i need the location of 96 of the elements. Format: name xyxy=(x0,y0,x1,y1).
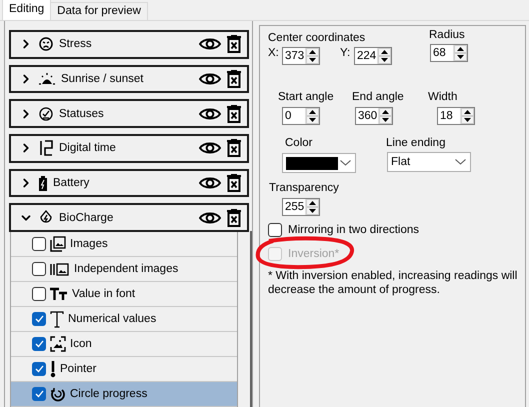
width-spinner[interactable]: 18 xyxy=(437,107,475,125)
trash-icon[interactable] xyxy=(227,208,241,227)
checkbox[interactable] xyxy=(32,387,46,402)
line-ending-dropdown[interactable]: Flat xyxy=(387,152,471,172)
checkbox-label: Mirroring in two directions xyxy=(288,224,420,236)
pointer-icon xyxy=(50,360,56,378)
group-label: Stress xyxy=(59,38,93,50)
list-item[interactable]: Circle progress xyxy=(11,382,237,407)
font-size-icon xyxy=(50,287,68,302)
spin-down-icon[interactable] xyxy=(379,116,392,124)
trash-icon[interactable] xyxy=(227,70,241,88)
eye-icon[interactable] xyxy=(199,210,221,225)
trash-icon[interactable] xyxy=(227,139,241,158)
checkbox[interactable] xyxy=(268,223,282,237)
field-label: Transparency xyxy=(269,182,339,194)
radius-spinner[interactable]: 68 xyxy=(430,44,468,62)
spin-down-icon[interactable] xyxy=(306,116,319,124)
check-circle-icon xyxy=(39,106,53,121)
group-header[interactable]: Sunrise / sunset xyxy=(9,64,249,94)
images-icon xyxy=(50,236,66,252)
group-header[interactable]: Statuses xyxy=(9,99,249,128)
check-icon xyxy=(34,340,44,348)
group-header[interactable]: Stress xyxy=(9,30,249,59)
checkbox[interactable] xyxy=(32,237,46,252)
sad-face-icon xyxy=(39,37,53,52)
spin-down-icon[interactable] xyxy=(306,207,319,215)
eye-icon[interactable] xyxy=(199,37,221,52)
item-label: Circle progress xyxy=(70,388,148,400)
check-icon xyxy=(34,390,44,398)
group-label: BioCharge xyxy=(59,212,114,224)
spin-down-icon[interactable] xyxy=(461,116,474,124)
checkbox[interactable] xyxy=(32,262,46,276)
circle-progress-icon xyxy=(50,386,66,402)
spin-up-icon[interactable] xyxy=(454,45,467,53)
battery-icon xyxy=(39,176,47,191)
spin-up-icon[interactable] xyxy=(306,108,319,116)
note-text: * With inversion enabled, increasing readings will decrease the amount of progress. xyxy=(268,269,518,297)
group-header[interactable]: BioCharge xyxy=(9,203,249,232)
digits-icon xyxy=(39,140,53,156)
eye-icon[interactable] xyxy=(199,176,221,190)
group-label: Battery xyxy=(53,177,90,190)
group-header[interactable]: Battery xyxy=(9,168,249,198)
item-label: Pointer xyxy=(60,363,96,376)
trash-icon[interactable] xyxy=(227,104,241,123)
tab[interactable]: Data for preview xyxy=(50,2,148,20)
check-icon xyxy=(34,315,44,324)
spin-up-icon[interactable] xyxy=(461,108,474,116)
spin-up-icon[interactable] xyxy=(379,108,392,116)
trash-icon[interactable] xyxy=(227,174,241,192)
trash-icon[interactable] xyxy=(227,35,241,54)
group-label: Statuses xyxy=(59,108,105,120)
spin-down-icon[interactable] xyxy=(306,56,319,64)
tab[interactable]: Editing xyxy=(2,0,52,20)
check-icon xyxy=(34,365,44,374)
spin-up-icon[interactable] xyxy=(378,48,391,56)
item-label: Icon xyxy=(70,338,92,350)
item-label: Numerical values xyxy=(68,313,156,326)
start-angle-spinner[interactable]: 0 xyxy=(282,107,320,125)
group-header[interactable]: Digital time xyxy=(9,134,249,163)
color-dropdown[interactable] xyxy=(282,153,356,173)
group-label: Sunrise / sunset xyxy=(61,73,144,85)
field-label: Width xyxy=(428,91,458,103)
checkbox-label: Inversion* xyxy=(288,248,340,260)
y-spinner[interactable]: 224 xyxy=(354,47,392,65)
x-spinner[interactable]: 373 xyxy=(282,47,320,65)
group-label: Digital time xyxy=(59,142,117,154)
item-label: Value in font xyxy=(72,288,136,300)
caret-icon[interactable] xyxy=(455,159,466,165)
transparency-spinner[interactable]: 255 xyxy=(282,198,320,216)
item-label: Independent images xyxy=(74,263,178,276)
checkbox[interactable] xyxy=(32,362,46,376)
item-label: Images xyxy=(70,238,108,250)
field-label: Center coordinates xyxy=(268,32,366,44)
eye-icon[interactable] xyxy=(199,106,221,121)
spin-up-icon[interactable] xyxy=(306,199,319,207)
field-label: X: xyxy=(268,47,280,59)
spin-up-icon[interactable] xyxy=(306,48,319,56)
spin-down-icon[interactable] xyxy=(454,53,467,61)
field-label: Start angle xyxy=(278,91,334,103)
field-label: Color xyxy=(285,137,312,149)
field-label: Y: xyxy=(340,47,352,59)
eye-icon[interactable] xyxy=(199,72,221,86)
checkbox[interactable] xyxy=(32,337,46,352)
field-label: Radius xyxy=(429,29,465,41)
image-frame-icon xyxy=(50,336,66,352)
spin-down-icon[interactable] xyxy=(378,56,391,64)
caret-icon[interactable] xyxy=(340,160,351,166)
eye-icon[interactable] xyxy=(199,141,221,156)
field-label: Line ending xyxy=(386,137,446,149)
sunrise-icon xyxy=(39,73,55,85)
text-icon xyxy=(50,310,64,328)
end-angle-spinner[interactable]: 360 xyxy=(355,107,393,125)
checkbox[interactable] xyxy=(32,312,46,326)
field-label: End angle xyxy=(352,91,404,103)
checkbox[interactable] xyxy=(32,287,46,302)
image-bars-icon xyxy=(50,262,70,276)
